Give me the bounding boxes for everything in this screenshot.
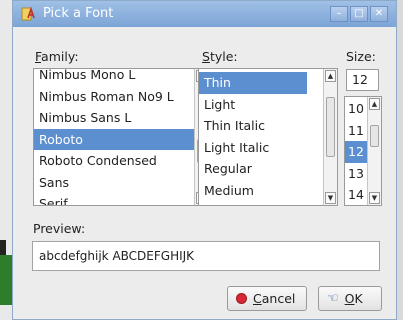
style-label: Style:: [202, 49, 238, 64]
family-item-roboto-condensed[interactable]: Roboto Condensed: [34, 150, 208, 172]
cancel-icon: [236, 293, 247, 304]
scroll-thumb[interactable]: [370, 125, 379, 147]
family-list[interactable]: Nimbus Mono L Nimbus Roman No9 L Nimbus …: [33, 68, 209, 206]
cancel-label: Cancel: [253, 291, 296, 306]
font-picker-dialog: Pick a Font – □ ✕ Family: Nimbus Mono L …: [12, 0, 397, 320]
style-item-medium[interactable]: Medium: [199, 180, 337, 202]
ok-button[interactable]: ☜ OK: [318, 286, 382, 311]
scroll-thumb[interactable]: [326, 97, 335, 157]
family-item-nimbus-roman-no9-l[interactable]: Nimbus Roman No9 L: [34, 86, 208, 108]
size-item-12[interactable]: 12: [345, 141, 367, 163]
style-item-thin[interactable]: Thin: [199, 72, 307, 94]
size-label: Size:: [346, 49, 376, 64]
style-scrollbar[interactable]: ▲ ▼: [323, 69, 337, 205]
minimize-button[interactable]: –: [330, 6, 348, 22]
family-item-nimbus-sans-l[interactable]: Nimbus Sans L: [34, 107, 208, 129]
desktop-background-element: [0, 255, 12, 305]
style-item-regular[interactable]: Regular: [199, 158, 337, 180]
scroll-up-icon[interactable]: ▲: [369, 98, 380, 110]
dialog-title: Pick a Font: [43, 6, 114, 21]
maximize-button[interactable]: □: [350, 6, 368, 22]
ok-hand-icon: ☜: [327, 291, 339, 306]
style-item-light[interactable]: Light: [199, 94, 337, 116]
family-label: Family:: [35, 49, 79, 64]
preview-text-field[interactable]: abcdefghijk ABCDEFGHIJK: [32, 241, 380, 271]
style-item-thin-italic[interactable]: Thin Italic: [199, 115, 337, 137]
font-app-icon: [21, 6, 35, 21]
size-list[interactable]: 10 11 12 13 14 ▲ ▼: [344, 96, 382, 206]
scroll-up-icon[interactable]: ▲: [325, 70, 336, 82]
scroll-down-icon[interactable]: ▼: [325, 192, 336, 204]
ok-label: OK: [344, 291, 363, 306]
style-list[interactable]: Thin Light Thin Italic Light Italic Regu…: [198, 68, 338, 206]
title-bar[interactable]: Pick a Font – □ ✕: [13, 1, 396, 27]
scroll-down-icon[interactable]: ▼: [369, 192, 380, 204]
family-item-roboto[interactable]: Roboto: [34, 128, 208, 150]
size-input[interactable]: 12: [346, 69, 379, 91]
family-item-nimbus-mono-l[interactable]: Nimbus Mono L: [34, 69, 208, 86]
family-item-sans[interactable]: Sans: [34, 172, 208, 194]
preview-label: Preview:: [33, 221, 86, 236]
close-button[interactable]: ✕: [370, 6, 388, 22]
family-item-serif[interactable]: Serif: [34, 193, 208, 205]
size-scrollbar[interactable]: ▲ ▼: [367, 97, 381, 205]
style-item-light-italic[interactable]: Light Italic: [199, 137, 337, 159]
cancel-button[interactable]: Cancel: [227, 286, 307, 311]
